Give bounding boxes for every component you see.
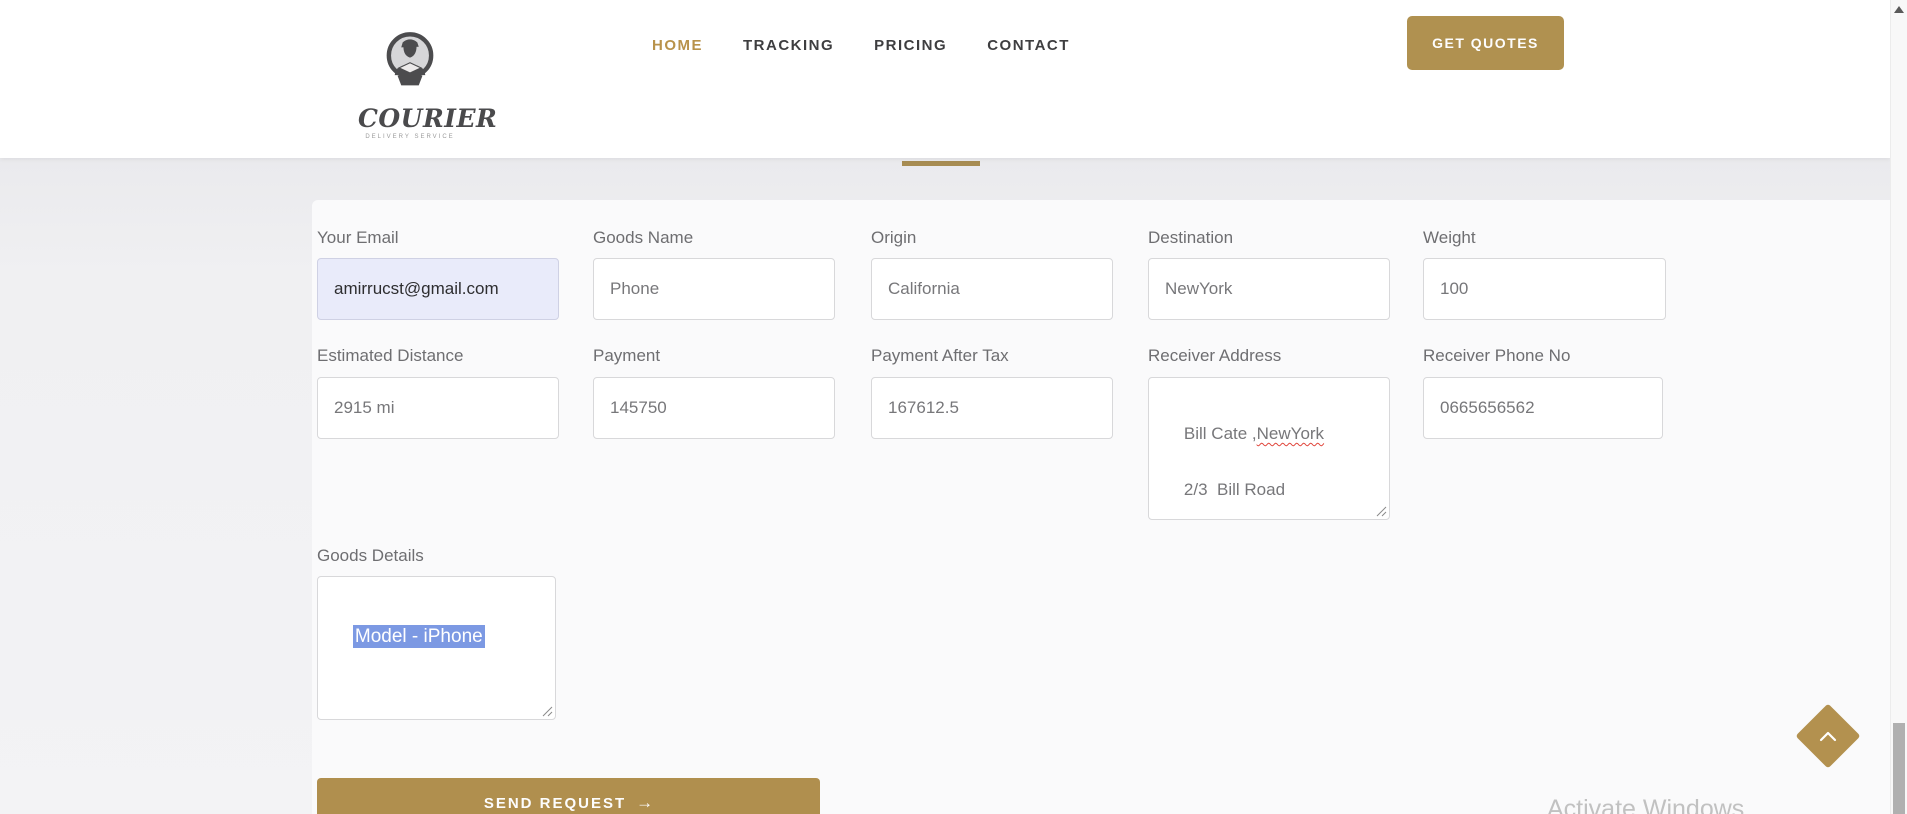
send-request-label: SEND REQUEST <box>483 794 627 812</box>
receiver-address-misspelled-word: NewYork <box>1256 424 1325 443</box>
courier-badge-icon <box>386 32 434 86</box>
goods-name-input[interactable] <box>593 258 835 320</box>
logo-title: COURIER <box>358 104 498 133</box>
receiver-address-line2: 2/3 Bill Road <box>1183 480 1286 499</box>
nav-link-tracking[interactable]: TRACKING <box>743 37 834 54</box>
send-request-button[interactable]: SEND REQUEST → <box>317 778 820 814</box>
label-destination: Destination <box>1148 228 1234 247</box>
label-your-email: Your Email <box>317 228 399 247</box>
email-input[interactable] <box>317 258 559 320</box>
payment-input[interactable] <box>593 377 835 439</box>
main-nav: HOME TRACKING PRICING CONTACT <box>652 37 1070 54</box>
origin-input[interactable] <box>871 258 1113 320</box>
destination-input[interactable] <box>1148 258 1390 320</box>
scrollbar-up-arrow-icon[interactable] <box>1894 6 1904 13</box>
estimated-distance-input[interactable] <box>317 377 559 439</box>
label-estimated-distance: Estimated Distance <box>317 346 464 365</box>
resize-handle-icon[interactable] <box>542 706 553 717</box>
label-receiver-address: Receiver Address <box>1148 346 1282 365</box>
label-weight: Weight <box>1423 228 1476 247</box>
nav-link-pricing[interactable]: PRICING <box>874 37 947 54</box>
get-quotes-button[interactable]: GET QUOTES <box>1407 16 1564 70</box>
header: COURIER DELIVERY SERVICE HOME TRACKING P… <box>0 0 1890 158</box>
activate-windows-watermark: Activate Windows <box>1547 795 1745 814</box>
label-origin: Origin <box>871 228 917 247</box>
receiver-phone-input[interactable] <box>1423 377 1663 439</box>
label-payment-after-tax: Payment After Tax <box>871 346 1009 365</box>
page: COURIER DELIVERY SERVICE HOME TRACKING P… <box>0 0 1907 814</box>
section-divider-bar <box>902 161 980 166</box>
receiver-address-textarea[interactable]: Bill Cate ,NewYork 2/3 Bill Road <box>1148 377 1390 520</box>
arrow-right-icon: → <box>636 793 654 812</box>
receiver-address-line1: Bill Cate , <box>1183 424 1257 443</box>
payment-after-tax-input[interactable] <box>871 377 1113 439</box>
logo[interactable]: COURIER DELIVERY SERVICE <box>358 26 498 140</box>
logo-subtitle: DELIVERY SERVICE <box>365 134 455 140</box>
label-payment: Payment <box>593 346 661 365</box>
goods-details-selected-text: Model - iPhone <box>352 625 485 648</box>
label-goods-details: Goods Details <box>317 546 424 565</box>
quote-section <box>0 158 1890 814</box>
scroll-to-top-button[interactable] <box>1795 703 1861 769</box>
label-receiver-phone: Receiver Phone No <box>1423 346 1571 365</box>
nav-link-contact[interactable]: CONTACT <box>987 37 1070 54</box>
goods-details-textarea[interactable]: Model - iPhone <box>317 576 556 720</box>
chevron-up-icon <box>1805 713 1851 759</box>
nav-link-home[interactable]: HOME <box>652 37 703 54</box>
browser-scrollbar[interactable] <box>1890 0 1907 814</box>
scrollbar-thumb[interactable] <box>1893 723 1905 814</box>
label-goods-name: Goods Name <box>593 228 694 247</box>
resize-handle-icon[interactable] <box>1376 506 1387 517</box>
weight-input[interactable] <box>1423 258 1666 320</box>
